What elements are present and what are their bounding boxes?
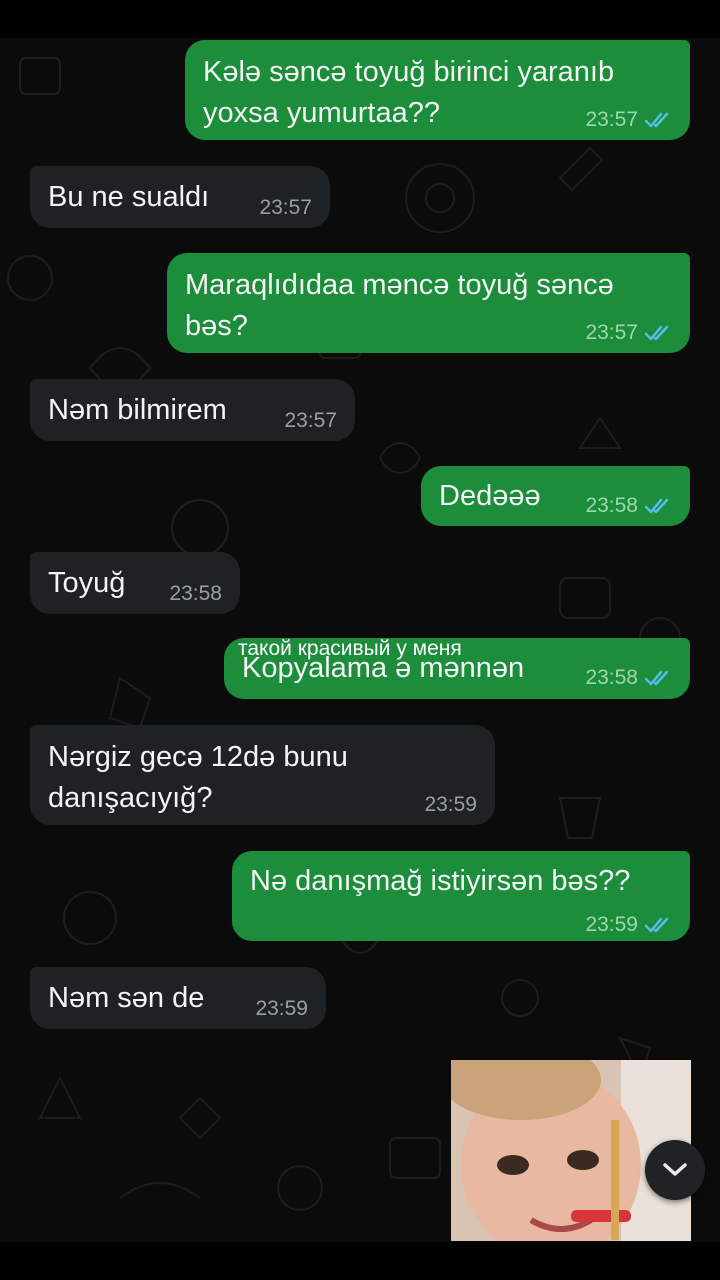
- bottom-bar: [0, 1242, 720, 1280]
- message-time: 23:57: [585, 108, 638, 131]
- message-text: Dedəəə: [439, 480, 541, 512]
- outgoing-message[interactable]: Kələ səncə toyuğ birinci yaranıb yoxsa yu…: [185, 40, 690, 140]
- message-time: 23:59: [255, 997, 308, 1020]
- outgoing-message[interactable]: Nə danışmağ istiyirsən bəs?? 23:59: [232, 851, 690, 941]
- message-text: Nəm sən de: [48, 982, 205, 1014]
- double-check-icon: [644, 324, 672, 342]
- message-text: Maraqlıdıdaa məncə toyuğ səncə: [185, 269, 614, 301]
- double-check-icon: [644, 111, 672, 129]
- message-text: yoxsa yumurtaa??: [203, 97, 440, 129]
- message-text: Nə danışmağ istiyirsən bəs??: [250, 865, 631, 897]
- message-time: 23:57: [284, 409, 337, 432]
- message-time: 23:57: [259, 196, 312, 219]
- message-text: Toyuğ: [48, 567, 126, 599]
- incoming-message[interactable]: Bu ne sualdı 23:57: [30, 166, 330, 228]
- chevron-down-icon: [663, 1163, 687, 1176]
- message-meta: 23:57: [585, 321, 672, 345]
- message-meta: 23:57: [585, 108, 672, 132]
- message-meta: 23:58: [169, 582, 222, 606]
- double-check-icon: [644, 916, 672, 934]
- message-meta: 23:59: [585, 913, 672, 937]
- message-text: Bu ne sualdı: [48, 181, 210, 213]
- message-text: bəs?: [185, 310, 248, 342]
- message-time: 23:58: [169, 582, 222, 605]
- message-meta: 23:58: [585, 494, 672, 518]
- incoming-message[interactable]: Nəm bilmirem 23:57: [30, 379, 355, 441]
- scroll-to-bottom-button[interactable]: [645, 1140, 705, 1200]
- message-time: 23:57: [585, 321, 638, 344]
- double-check-icon: [644, 669, 672, 687]
- message-text: Nərgiz gecə 12də bunu: [48, 741, 348, 773]
- message-text: Nəm bilmirem: [48, 394, 227, 426]
- incoming-message[interactable]: Nərgiz gecə 12də bunu danışacıyığ? 23:59: [30, 725, 495, 825]
- outgoing-message[interactable]: Dedəəə 23:58: [421, 466, 690, 526]
- double-check-icon: [644, 497, 672, 515]
- message-time: 23:58: [585, 666, 638, 689]
- message-time: 23:58: [585, 494, 638, 517]
- message-meta: 23:59: [255, 997, 308, 1021]
- message-meta: 23:58: [585, 666, 672, 690]
- incoming-message[interactable]: Toyuğ 23:58: [30, 552, 240, 614]
- message-meta: 23:57: [259, 196, 312, 220]
- message-text: Kələ səncə toyuğ birinci yaranıb: [203, 56, 615, 88]
- message-text: danışacıyığ?: [48, 782, 213, 814]
- incoming-message[interactable]: Nəm sən de 23:59: [30, 967, 326, 1029]
- message-meta: 23:59: [424, 793, 477, 817]
- outgoing-message[interactable]: Maraqlıdıdaa məncə toyuğ səncə bəs? 23:57: [167, 253, 690, 353]
- message-time: 23:59: [585, 913, 638, 936]
- video-caption: такой красивый у меня: [238, 637, 462, 660]
- message-time: 23:59: [424, 793, 477, 816]
- message-meta: 23:57: [284, 409, 337, 433]
